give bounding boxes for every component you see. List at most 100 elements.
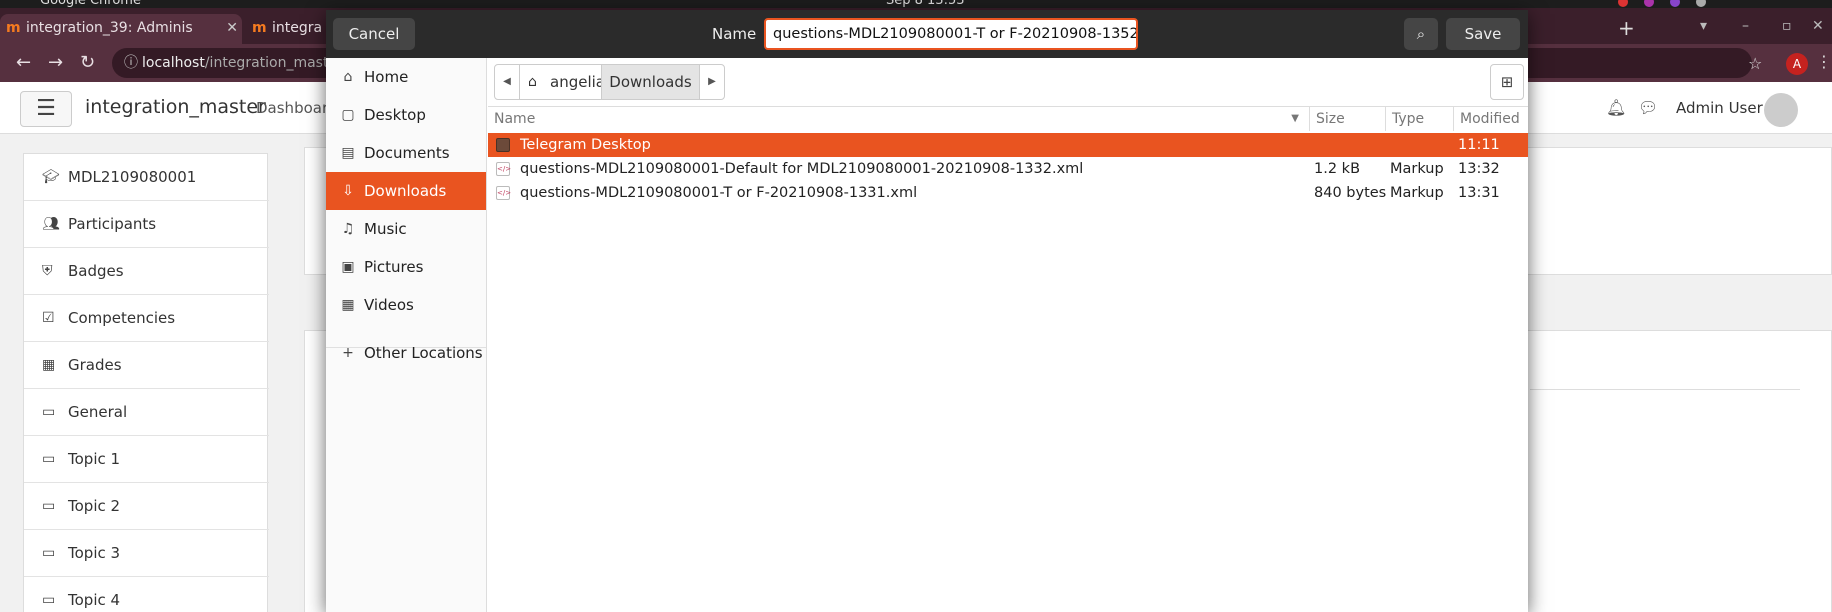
downloads-icon: ⇩ — [342, 183, 354, 199]
place-documents[interactable]: ▤ Documents — [326, 134, 486, 172]
cancel-button[interactable]: Cancel — [333, 18, 415, 50]
xml-file-icon: </> — [496, 186, 511, 200]
file-row[interactable]: </> questions-MDL2109080001-T or F-20210… — [488, 181, 1528, 205]
file-type: Markup — [1390, 161, 1444, 177]
nav-item-general[interactable]: ▭ General — [24, 389, 269, 436]
nav-item-topic-1[interactable]: ▭ Topic 1 — [24, 436, 269, 483]
place-pictures[interactable]: ▣ Pictures — [326, 248, 486, 286]
table-icon: ▦ — [42, 357, 56, 373]
path-scroll-right-button[interactable]: ▶ — [699, 64, 725, 100]
maximize-icon[interactable]: ▫ — [1782, 18, 1792, 34]
place-label: Other Locations — [364, 344, 483, 362]
file-modified: 11:11 — [1458, 137, 1500, 153]
home-icon: ⌂ — [343, 69, 353, 85]
drawer-toggle-button[interactable]: ☰ — [20, 91, 72, 127]
place-label: Music — [364, 220, 407, 238]
nav-item-grades[interactable]: ▦ Grades — [24, 342, 269, 389]
path-scroll-left-button[interactable]: ◀ — [494, 64, 520, 100]
forward-icon[interactable]: → — [48, 52, 63, 73]
tab-title: integration_39: Adminis — [26, 20, 193, 36]
folder-icon — [496, 138, 510, 152]
system-tray[interactable] — [1618, 0, 1722, 8]
path-home-button[interactable]: ⌂ angelia — [519, 64, 605, 100]
folder-icon: ▭ — [42, 451, 56, 467]
nav-item-topic-4[interactable]: ▭ Topic 4 — [24, 577, 269, 612]
place-label: Home — [364, 68, 409, 86]
nav-item-topic-3[interactable]: ▭ Topic 3 — [24, 530, 269, 577]
url-path: /integration_master — [204, 55, 343, 71]
place-desktop[interactable]: ▢ Desktop — [326, 96, 486, 134]
bookmark-star-icon[interactable]: ☆ — [1748, 54, 1762, 73]
file-name: Telegram Desktop — [520, 137, 651, 153]
nav-item-participants[interactable]: 👥︎ Participants — [24, 201, 269, 248]
nav-item-label: Badges — [68, 262, 124, 280]
tab-title: integra — [272, 20, 323, 36]
moodle-favicon-icon: m — [6, 20, 21, 36]
file-modified: 13:31 — [1458, 185, 1500, 201]
system-clock[interactable]: Sep 8 13:53 — [886, 0, 965, 8]
folder-icon: ▭ — [42, 545, 56, 561]
column-header-name[interactable]: Name ▼ — [488, 107, 1310, 131]
column-label: Name — [494, 111, 536, 127]
nav-item-label: Topic 1 — [68, 450, 121, 468]
nav-item-topic-2[interactable]: ▭ Topic 2 — [24, 483, 269, 530]
file-name: questions-MDL2109080001-T or F-20210908-… — [520, 185, 918, 201]
back-icon[interactable]: ← — [16, 52, 31, 73]
site-name[interactable]: integration_master — [85, 96, 266, 118]
file-list: Name ▼ Size Type Modified Telegram Deskto… — [488, 106, 1528, 612]
path-segment-label: angelia — [550, 73, 605, 91]
users-icon: 👥︎ — [42, 216, 60, 232]
place-downloads[interactable]: ⇩ Downloads — [326, 172, 486, 210]
profile-avatar[interactable]: A — [1786, 53, 1808, 75]
place-label: Pictures — [364, 258, 424, 276]
user-name[interactable]: Admin User — [1676, 99, 1763, 117]
nav-item-label: MDL2109080001 — [68, 168, 197, 186]
place-videos[interactable]: ▦ Videos — [326, 286, 486, 324]
place-label: Documents — [364, 144, 450, 162]
place-music[interactable]: ♫ Music — [326, 210, 486, 248]
notifications-bell-icon[interactable]: 🔔︎ — [1606, 98, 1626, 117]
filename-input[interactable]: questions-MDL2109080001-T or F-20210908-… — [764, 18, 1138, 50]
file-row[interactable]: </> questions-MDL2109080001-Default for … — [488, 157, 1528, 181]
desktop-icon: ▢ — [341, 107, 355, 123]
shield-icon: ⛨ — [42, 263, 53, 279]
home-icon: ⌂ — [528, 74, 537, 90]
chrome-menu-icon[interactable]: ⋮ — [1816, 52, 1832, 71]
nav-item-competencies[interactable]: ☑ Competencies — [24, 295, 269, 342]
place-label: Videos — [364, 296, 414, 314]
place-label: Downloads — [364, 182, 447, 200]
close-window-icon[interactable]: ✕ — [1812, 18, 1824, 34]
create-folder-button[interactable]: ⊞ — [1490, 64, 1524, 100]
place-label: Desktop — [364, 106, 426, 124]
url-host: localhost — [142, 55, 205, 71]
nav-item-label: Topic 2 — [68, 497, 121, 515]
place-home[interactable]: ⌂ Home — [326, 58, 486, 96]
place-other-locations[interactable]: + Other Locations — [326, 334, 486, 372]
column-header-size[interactable]: Size — [1310, 107, 1386, 131]
browser-tab-1[interactable]: m integration_39: Adminis ✕ — [0, 14, 242, 44]
file-row[interactable]: Telegram Desktop 11:11 — [488, 133, 1528, 157]
documents-icon: ▤ — [341, 145, 355, 161]
system-top-bar: Google Chrome Sep 8 13:53 — [0, 0, 1832, 8]
user-avatar[interactable] — [1764, 93, 1798, 127]
file-type: Markup — [1390, 185, 1444, 201]
path-current-button[interactable]: Downloads — [601, 64, 700, 100]
column-header-modified[interactable]: Modified — [1454, 107, 1528, 131]
search-icon: ⌕ — [1416, 25, 1426, 43]
chevron-left-icon: ◀ — [503, 76, 511, 87]
minimize-icon[interactable]: – — [1742, 18, 1749, 34]
search-button[interactable]: ⌕ — [1404, 18, 1438, 50]
videos-icon: ▦ — [341, 297, 355, 313]
divider — [1530, 389, 1800, 390]
graduation-cap-icon: 🎓︎ — [42, 169, 60, 185]
messages-icon[interactable]: 💬︎ — [1638, 98, 1658, 117]
close-tab-icon[interactable]: ✕ — [226, 14, 238, 42]
new-tab-icon[interactable]: + — [1618, 16, 1635, 40]
nav-item-badges[interactable]: ⛨ Badges — [24, 248, 269, 295]
site-info-icon[interactable]: ⓘ — [124, 48, 138, 78]
reload-icon[interactable]: ↻ — [80, 52, 95, 73]
column-header-type[interactable]: Type — [1386, 107, 1454, 131]
nav-item-course[interactable]: 🎓︎ MDL2109080001 — [24, 154, 269, 201]
save-button[interactable]: Save — [1446, 18, 1520, 50]
tab-search-icon[interactable]: ▾ — [1700, 18, 1707, 34]
